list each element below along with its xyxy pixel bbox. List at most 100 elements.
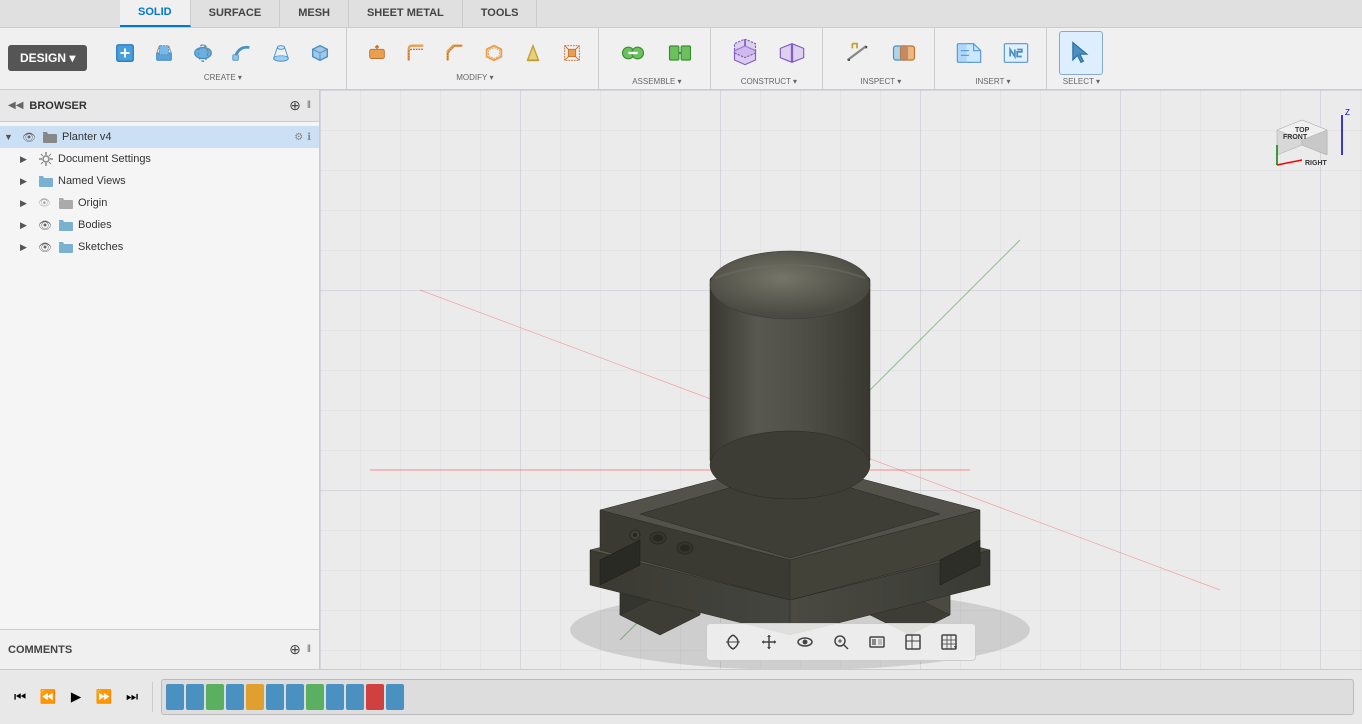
loft-button[interactable] (263, 35, 299, 71)
tree-item-named-views[interactable]: ▶ Named Views (0, 170, 319, 192)
new-component-button[interactable] (107, 35, 143, 71)
gear-icon-doc (38, 151, 54, 167)
joint-button[interactable] (611, 31, 655, 75)
grid-settings-tool[interactable]: ▾ (935, 628, 963, 656)
modify-group: MODIFY ▾ (351, 28, 599, 89)
create-tools (107, 35, 338, 71)
timeline-item[interactable] (346, 684, 364, 710)
rigid-group-button[interactable] (658, 31, 702, 75)
insert-svg-button[interactable] (994, 31, 1038, 75)
box-button[interactable] (302, 35, 338, 71)
pan-tool[interactable] (755, 628, 783, 656)
revolve-button[interactable] (185, 35, 221, 71)
tab-solid[interactable]: SOLID (120, 0, 191, 27)
tree-item-sketches[interactable]: ▶ 👁 Sketches (0, 236, 319, 258)
tree-item-origin[interactable]: ▶ 👁 Origin (0, 192, 319, 214)
construct-label[interactable]: CONSTRUCT ▾ (723, 77, 814, 86)
timeline-step-fwd[interactable]: ⏩ (92, 685, 116, 709)
press-pull-button[interactable] (359, 35, 395, 71)
insert-mesh-button[interactable] (947, 31, 991, 75)
insert-label[interactable]: INSERT ▾ (947, 77, 1038, 86)
orbit-tool[interactable] (719, 628, 747, 656)
comments-add-icon[interactable]: ⊕ (289, 641, 301, 658)
timeline-item[interactable] (306, 684, 324, 710)
construct-group: CONSTRUCT ▾ (715, 28, 823, 89)
select-group: SELECT ▾ (1051, 28, 1111, 89)
timeline-play[interactable]: ▶ (64, 685, 88, 709)
timeline-item[interactable] (206, 684, 224, 710)
browser-header: ◀◀ BROWSER ⊕ ‖ (0, 90, 319, 122)
eye-root[interactable]: 👁 (22, 131, 38, 144)
timeline-item[interactable] (246, 684, 264, 710)
browser-menu-icon[interactable]: ⊕ (289, 97, 301, 114)
folder-icon-bodies (58, 217, 74, 233)
timeline-item[interactable] (186, 684, 204, 710)
create-label[interactable]: CREATE ▾ (107, 73, 338, 82)
folder-icon-sketches (58, 239, 74, 255)
view-cube[interactable]: Z FRONT RIGHT TOP (1267, 105, 1347, 185)
sidebar: ◀◀ BROWSER ⊕ ‖ ▼ 👁 Planter v4 ⚙ ℹ ▶ (0, 90, 320, 669)
root-info-icon[interactable]: ℹ (307, 132, 311, 143)
comments-resize-icon[interactable]: ‖ (307, 644, 311, 655)
timeline-item[interactable] (386, 684, 404, 710)
timeline-item[interactable] (226, 684, 244, 710)
interference-button[interactable] (882, 31, 926, 75)
select-label[interactable]: SELECT ▾ (1059, 77, 1103, 86)
shell-button[interactable] (476, 35, 512, 71)
timeline-item[interactable] (266, 684, 284, 710)
root-settings-icon[interactable]: ⚙ (294, 132, 303, 143)
look-tool[interactable] (791, 628, 819, 656)
comments-label: COMMENTS (8, 644, 283, 656)
zoom-tool[interactable] (827, 628, 855, 656)
create-group: CREATE ▾ (99, 28, 347, 89)
tree-item-root[interactable]: ▼ 👁 Planter v4 ⚙ ℹ (0, 126, 319, 148)
draft-button[interactable] (515, 35, 551, 71)
eye-origin[interactable]: 👁 (38, 198, 54, 209)
assemble-label[interactable]: ASSEMBLE ▾ (611, 77, 702, 86)
modify-label[interactable]: MODIFY ▾ (359, 73, 590, 82)
grid-display-tool[interactable] (899, 628, 927, 656)
tab-tools[interactable]: TOOLS (463, 0, 538, 27)
tree-arrow-origin: ▶ (20, 198, 34, 209)
inspect-label[interactable]: INSPECT ▾ (835, 77, 926, 86)
fillet-button[interactable] (398, 35, 434, 71)
tree-label-sketches: Sketches (78, 241, 311, 253)
select-button[interactable] (1059, 31, 1103, 75)
svg-text:TOP: TOP (1295, 127, 1310, 134)
design-button[interactable]: DESIGN ▾ (8, 45, 87, 71)
midplane-button[interactable] (770, 31, 814, 75)
chamfer-button[interactable] (437, 35, 473, 71)
sweep-button[interactable] (224, 35, 260, 71)
display-mode-tool[interactable] (863, 628, 891, 656)
folder-icon-root (42, 129, 58, 145)
timeline-item[interactable] (286, 684, 304, 710)
timeline-go-start[interactable]: ⏮ (8, 685, 32, 709)
timeline-go-end[interactable]: ⏭ (120, 685, 144, 709)
offset-plane-button[interactable] (723, 31, 767, 75)
inspect-tools (835, 31, 926, 75)
assemble-group: ASSEMBLE ▾ (603, 28, 711, 89)
tool-row: DESIGN ▾ (0, 28, 1362, 89)
eye-sketches[interactable]: 👁 (38, 241, 54, 254)
extrude-button[interactable] (146, 35, 182, 71)
tab-sheet-metal[interactable]: SHEET METAL (349, 0, 463, 27)
timeline-step-back[interactable]: ⏪ (36, 685, 60, 709)
timeline-item[interactable] (326, 684, 344, 710)
timeline-item[interactable] (166, 684, 184, 710)
tree-label-origin: Origin (78, 197, 311, 209)
construct-tools (723, 31, 814, 75)
view-cube-svg: Z FRONT RIGHT TOP (1267, 105, 1357, 195)
tab-surface[interactable]: SURFACE (191, 0, 281, 27)
eye-bodies[interactable]: 👁 (38, 219, 54, 232)
viewport[interactable]: Z FRONT RIGHT TOP (320, 90, 1362, 669)
timeline-separator (152, 682, 153, 712)
tree-item-doc-settings[interactable]: ▶ Document Settings (0, 148, 319, 170)
browser-resize-icon[interactable]: ‖ (307, 100, 311, 111)
tab-mesh[interactable]: MESH (280, 0, 349, 27)
inspect-group: INSPECT ▾ (827, 28, 935, 89)
measure-button[interactable] (835, 31, 879, 75)
tree-item-bodies[interactable]: ▶ 👁 Bodies (0, 214, 319, 236)
collapse-icon[interactable]: ◀◀ (8, 100, 23, 111)
timeline-item[interactable] (366, 684, 384, 710)
scale-button[interactable] (554, 35, 590, 71)
